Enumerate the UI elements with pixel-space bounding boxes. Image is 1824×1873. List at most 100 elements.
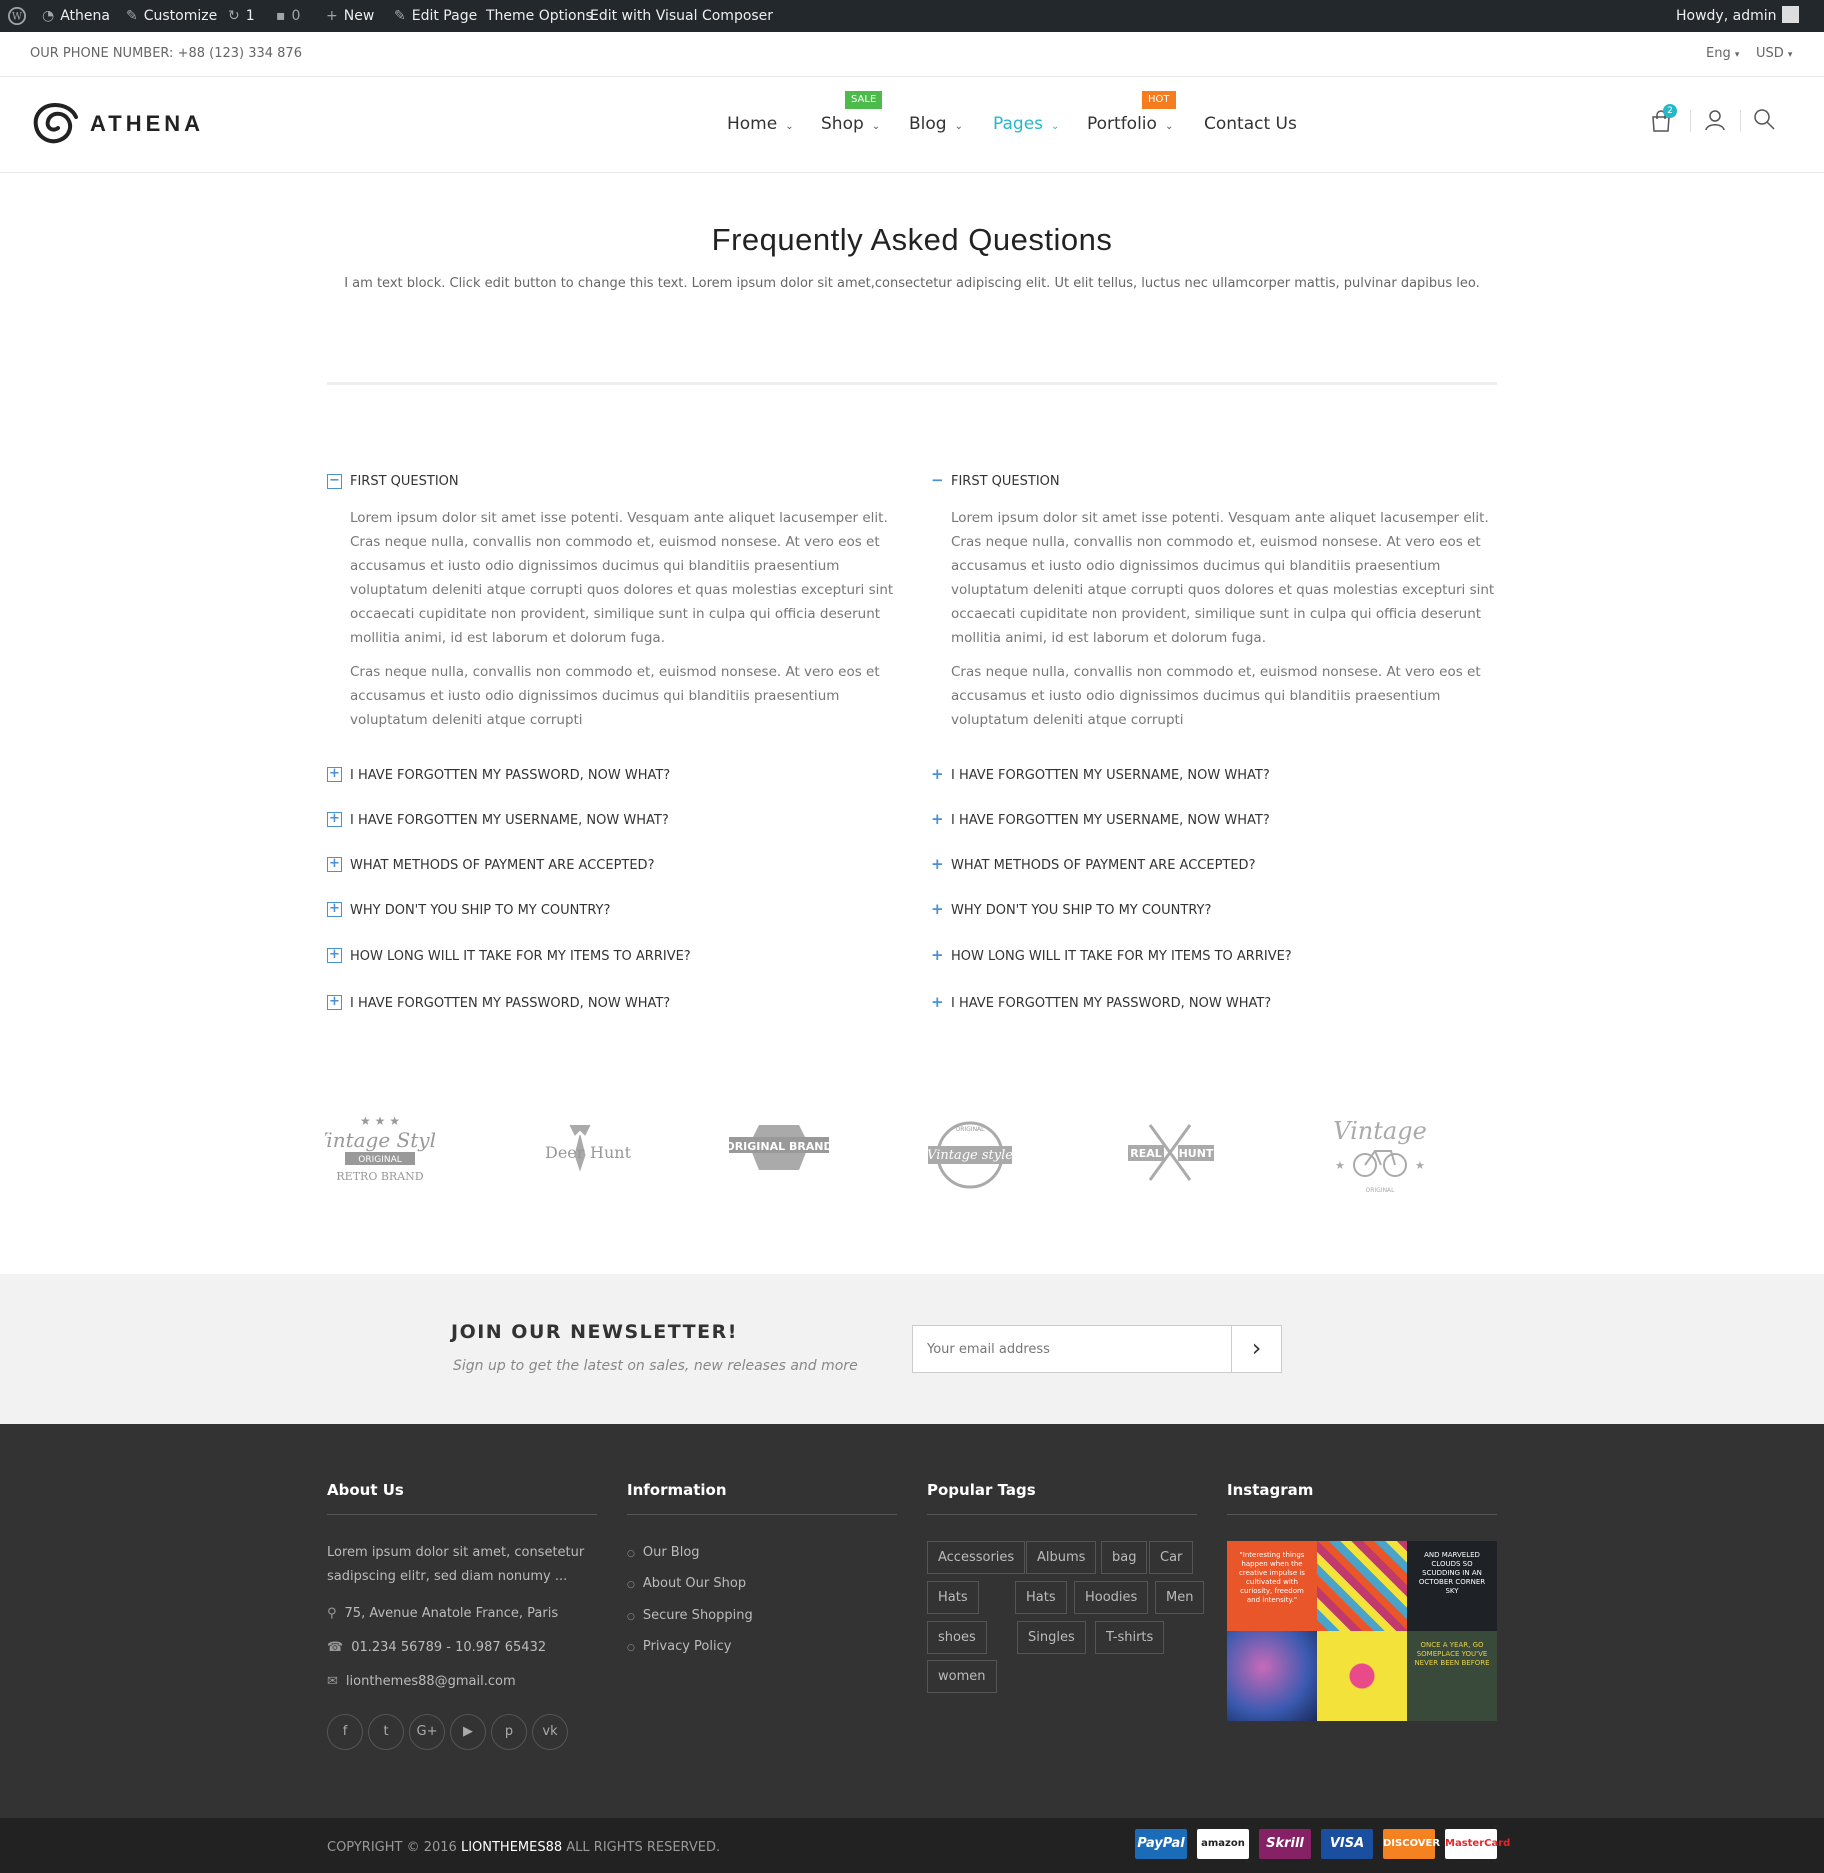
expand-icon[interactable]: + — [327, 948, 342, 963]
brand-logo-deer-hunt[interactable]: Deer Hunt — [525, 1115, 635, 1195]
faq-question[interactable]: WHAT METHODS OF PAYMENT ARE ACCEPTED? — [350, 858, 654, 873]
tag-link[interactable]: Accessories — [927, 1541, 1026, 1574]
expand-icon[interactable]: + — [327, 995, 342, 1010]
nav-portfolio[interactable]: Portfolio ⌄ — [1087, 114, 1173, 134]
twitter-icon[interactable]: t — [368, 1714, 404, 1750]
currency-selector[interactable]: USD ▾ — [1756, 46, 1792, 61]
email[interactable]: ✉ lionthemes88@gmail.com — [327, 1670, 516, 1694]
faq-question[interactable]: I HAVE FORGOTTEN MY USERNAME, NOW WHAT? — [350, 813, 669, 828]
faq-question[interactable]: I HAVE FORGOTTEN MY USERNAME, NOW WHAT? — [951, 813, 1270, 828]
nav-home[interactable]: Home ⌄ — [727, 114, 794, 134]
copyright-brand[interactable]: LIONTHEMES88 — [461, 1840, 562, 1855]
collapse-icon[interactable]: − — [327, 474, 342, 489]
google-plus-icon[interactable]: G+ — [409, 1714, 445, 1750]
nav-blog[interactable]: Blog ⌄ — [909, 114, 963, 134]
phone-number: OUR PHONE NUMBER: +88 (123) 334 876 — [30, 46, 302, 61]
nav-contact-us[interactable]: Contact Us — [1204, 114, 1297, 134]
vk-icon[interactable]: vk — [532, 1714, 568, 1750]
expand-icon[interactable]: + — [931, 995, 944, 1010]
brand-text: Vintage style — [927, 1148, 1013, 1163]
tag-link[interactable]: bag — [1101, 1541, 1148, 1574]
footer-link[interactable]: ○ Privacy Policy — [627, 1635, 731, 1660]
instagram-photo[interactable] — [1227, 1631, 1317, 1721]
tag-link[interactable]: Albums — [1026, 1541, 1097, 1574]
brand-text: HUNT — [1179, 1147, 1214, 1160]
chevron-down-icon: ⌄ — [1164, 121, 1174, 132]
faq-question[interactable]: HOW LONG WILL IT TAKE FOR MY ITEMS TO AR… — [951, 949, 1292, 964]
admin-comments-link[interactable]: ▪ 0 — [276, 0, 300, 32]
pinterest-icon[interactable]: p — [491, 1714, 527, 1750]
faq-question[interactable]: WHY DON'T YOU SHIP TO MY COUNTRY? — [951, 903, 1211, 918]
nav-shop[interactable]: Shop ⌄ — [821, 114, 880, 134]
answer-paragraph: Lorem ipsum dolor sit amet isse potenti.… — [951, 510, 1495, 646]
brand-logo-vintage-bicycle[interactable]: Vintage ★ ★ ORIGINAL — [1325, 1115, 1435, 1195]
faq-question[interactable]: I HAVE FORGOTTEN MY PASSWORD, NOW WHAT? — [951, 996, 1271, 1011]
expand-icon[interactable]: + — [327, 812, 342, 827]
admin-new-link[interactable]: + New — [326, 0, 374, 32]
nav-pages[interactable]: Pages ⌄ — [993, 114, 1059, 134]
tag-link[interactable]: Men — [1155, 1581, 1205, 1614]
logo-icon — [33, 103, 78, 144]
tag-link[interactable]: T-shirts — [1095, 1621, 1165, 1654]
instagram-photo[interactable]: AND MARVELED CLOUDS SO SCUDDING IN AN OC… — [1407, 1541, 1497, 1631]
expand-icon[interactable]: + — [931, 948, 944, 963]
admin-site-link[interactable]: ◔ Athena — [42, 0, 110, 32]
wordpress-icon[interactable]: W — [8, 0, 26, 32]
instagram-photo[interactable]: ONCE A YEAR, GO SOMEPLACE YOU'VE NEVER B… — [1407, 1631, 1497, 1721]
collapse-icon[interactable]: − — [931, 473, 944, 488]
faq-answer: Lorem ipsum dolor sit amet isse potenti.… — [350, 506, 902, 742]
footer-link[interactable]: ○ Secure Shopping — [627, 1604, 753, 1629]
expand-icon[interactable]: + — [327, 857, 342, 872]
instagram-photo[interactable] — [1317, 1631, 1407, 1721]
tag-link[interactable]: Car — [1149, 1541, 1194, 1574]
admin-edit-page-link[interactable]: ✎ Edit Page — [394, 0, 477, 32]
admin-updates-link[interactable]: ↻ 1 — [228, 0, 255, 32]
brand-logo-vintage-style[interactable]: ★ ★ ★Vintage Style ORIGINAL RETRO BRAND — [312, 1114, 448, 1195]
expand-icon[interactable]: + — [327, 902, 342, 917]
expand-icon[interactable]: + — [931, 902, 944, 917]
expand-icon[interactable]: + — [931, 812, 944, 827]
subscribe-button[interactable]: › — [1231, 1325, 1282, 1373]
faq-question[interactable]: I HAVE FORGOTTEN MY PASSWORD, NOW WHAT? — [350, 996, 670, 1011]
faq-question[interactable]: WHAT METHODS OF PAYMENT ARE ACCEPTED? — [951, 858, 1255, 873]
faq-question[interactable]: WHY DON'T YOU SHIP TO MY COUNTRY? — [350, 903, 610, 918]
pencil-icon: ✎ — [394, 8, 406, 24]
language-selector[interactable]: Eng ▾ — [1706, 46, 1739, 61]
instagram-photo[interactable]: "Interesting things happen when the crea… — [1227, 1541, 1317, 1631]
search-button[interactable] — [1753, 108, 1775, 134]
logo[interactable]: ATHENA — [30, 99, 200, 151]
tag-link[interactable]: Hoodies — [1074, 1581, 1149, 1614]
brand-logo-vintage-style-circle[interactable]: ORIGINAL Vintage style — [925, 1115, 1035, 1195]
cart-button[interactable]: 2 — [1650, 104, 1677, 136]
footer-link[interactable]: ○ Our Blog — [627, 1541, 700, 1566]
facebook-icon[interactable]: f — [327, 1714, 363, 1750]
admin-customize-link[interactable]: ✎ Customize — [126, 0, 217, 32]
email-input[interactable] — [912, 1325, 1232, 1373]
admin-visual-composer-link[interactable]: Edit with Visual Composer — [590, 0, 773, 32]
footer-heading-tags: Popular Tags — [927, 1481, 1036, 1499]
tag-link[interactable]: Hats — [1015, 1581, 1067, 1614]
admin-theme-options-link[interactable]: Theme Options — [486, 0, 593, 32]
divider — [627, 1514, 897, 1515]
brand-logo-real-hunt[interactable]: REAL HUNT — [1125, 1115, 1235, 1195]
tag-link[interactable]: Singles — [1017, 1621, 1086, 1654]
faq-question[interactable]: I HAVE FORGOTTEN MY USERNAME, NOW WHAT? — [951, 768, 1270, 783]
faq-question-open[interactable]: FIRST QUESTION — [350, 474, 459, 489]
faq-question[interactable]: HOW LONG WILL IT TAKE FOR MY ITEMS TO AR… — [350, 949, 691, 964]
brand-logo-original-brand[interactable]: ORIGINAL BRAND — [724, 1115, 834, 1195]
admin-howdy[interactable]: Howdy, admin — [1676, 0, 1800, 32]
page-title: Frequently Asked Questions — [711, 222, 1113, 257]
newsletter-subtitle: Sign up to get the latest on sales, new … — [453, 1358, 858, 1374]
faq-question[interactable]: I HAVE FORGOTTEN MY PASSWORD, NOW WHAT? — [350, 768, 670, 783]
youtube-icon[interactable]: ▶ — [450, 1714, 486, 1750]
instagram-photo[interactable] — [1317, 1541, 1407, 1631]
tag-link[interactable]: women — [927, 1660, 997, 1693]
expand-icon[interactable]: + — [327, 767, 342, 782]
faq-question-open[interactable]: FIRST QUESTION — [951, 474, 1060, 489]
expand-icon[interactable]: + — [931, 857, 944, 872]
expand-icon[interactable]: + — [931, 767, 944, 782]
footer-link[interactable]: ○ About Our Shop — [627, 1572, 746, 1597]
account-button[interactable] — [1704, 109, 1726, 135]
tag-link[interactable]: Hats — [927, 1581, 979, 1614]
tag-link[interactable]: shoes — [927, 1621, 987, 1654]
